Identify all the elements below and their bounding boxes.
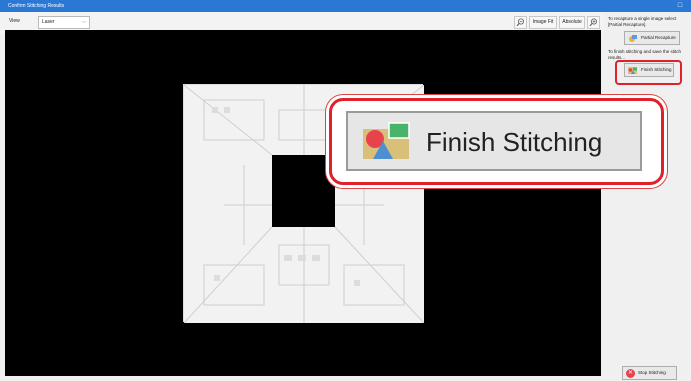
finish-stitching-highlight <box>615 60 682 85</box>
image-hole <box>272 155 335 227</box>
camera-icon <box>629 35 637 42</box>
stop-icon: ✕ <box>626 369 635 378</box>
window-title: Confirm Stitching Results <box>8 3 65 9</box>
absolute-button[interactable]: Absolute <box>559 16 585 29</box>
partial-recapture-label: Partial Recapture <box>641 35 676 40</box>
finish-stitching-zoomed-label: Finish Stitching <box>426 127 603 157</box>
recapture-instructions: To recapture a single image select [Part… <box>608 16 677 27</box>
image-fit-button[interactable]: Image Fit <box>529 16 557 29</box>
stitch-icon <box>363 122 410 159</box>
finish-stitching-callout: Finish Stitching <box>329 98 664 185</box>
zoom-in-icon[interactable] <box>587 16 600 29</box>
confirm-stitching-window: Confirm Stitching Results □ View Laser ⌵… <box>0 0 691 381</box>
chevron-down-icon: ⌵ <box>82 19 86 25</box>
title-bar: Confirm Stitching Results □ <box>0 0 691 12</box>
zoom-out-icon[interactable] <box>514 16 527 29</box>
finish-stitching-zoomed-button: Finish Stitching <box>346 111 642 171</box>
stop-stitching-label: Stop Stitching <box>638 370 666 375</box>
view-select-value: Laser <box>42 19 55 25</box>
partial-recapture-button[interactable]: Partial Recapture <box>624 31 680 45</box>
close-icon[interactable]: □ <box>675 0 685 12</box>
stop-stitching-button[interactable]: ✕ Stop Stitching <box>622 366 677 380</box>
view-select[interactable]: Laser ⌵ <box>38 16 90 29</box>
stitch-image-canvas[interactable] <box>5 30 601 376</box>
view-label: View <box>9 18 20 24</box>
